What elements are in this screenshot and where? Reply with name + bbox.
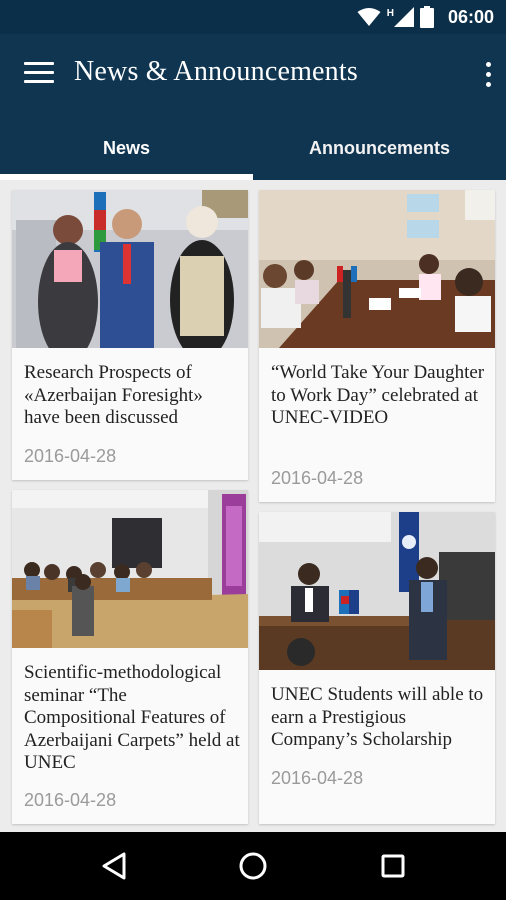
network-type-badge: H xyxy=(386,7,394,19)
news-title: Scientific-methodological seminar “The C… xyxy=(24,662,240,773)
battery-icon xyxy=(420,6,434,28)
status-icons: H xyxy=(357,5,434,29)
back-icon[interactable] xyxy=(94,846,136,886)
news-date: 2016-04-28 xyxy=(24,446,117,466)
wifi-icon xyxy=(357,8,381,26)
news-list[interactable]: Research Prospects of «Azerbaijan Foresi… xyxy=(0,180,506,832)
news-date: 2016-04-28 xyxy=(271,468,364,488)
news-title: UNEC Students will able to earn a Presti… xyxy=(271,684,484,750)
signal-icon xyxy=(394,7,414,27)
tab-bar: News Announcements xyxy=(0,116,506,180)
home-icon[interactable] xyxy=(232,846,274,886)
news-title: “World Take Your Daughter to Work Day” c… xyxy=(271,362,485,428)
news-date: 2016-04-28 xyxy=(271,768,364,788)
app-bar: News & Announcements xyxy=(0,34,506,116)
news-image xyxy=(12,490,248,648)
news-image xyxy=(259,190,495,348)
news-card[interactable]: Research Prospects of «Azerbaijan Foresi… xyxy=(12,190,248,480)
hamburger-menu-icon[interactable] xyxy=(24,62,54,84)
app-title: News & Announcements xyxy=(74,56,358,87)
tab-news[interactable]: News xyxy=(0,116,253,180)
news-title: Research Prospects of «Azerbaijan Foresi… xyxy=(24,362,203,428)
news-date: 2016-04-28 xyxy=(24,790,117,810)
recents-icon[interactable] xyxy=(372,846,414,886)
news-image xyxy=(12,190,248,348)
system-nav-bar xyxy=(0,832,506,900)
news-card[interactable]: “World Take Your Daughter to Work Day” c… xyxy=(259,190,495,502)
status-time: 06:00 xyxy=(447,7,494,27)
status-bar: H 06:00 xyxy=(0,0,506,34)
more-vertical-icon[interactable] xyxy=(480,58,496,92)
news-card[interactable]: Scientific-methodological seminar “The C… xyxy=(12,490,248,824)
news-image xyxy=(259,512,495,670)
news-card[interactable]: UNEC Students will able to earn a Presti… xyxy=(259,512,495,824)
tab-announcements[interactable]: Announcements xyxy=(253,116,506,180)
